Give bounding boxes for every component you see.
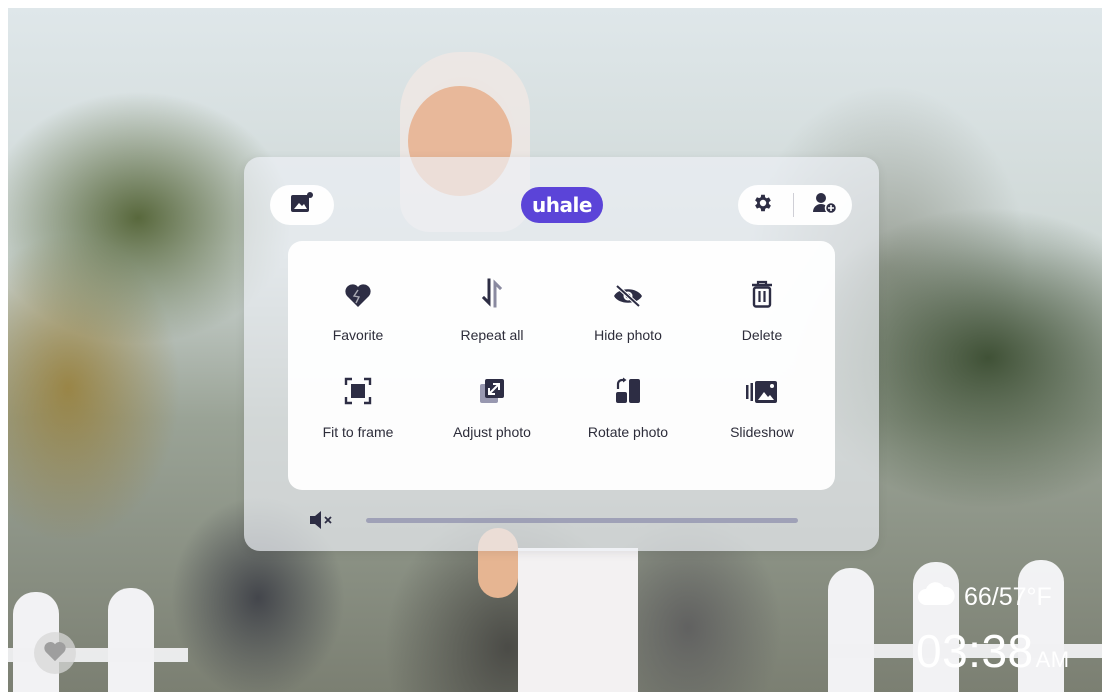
fit-to-frame-label: Fit to frame: [322, 424, 394, 440]
fit-frame-icon: [344, 377, 372, 410]
fence-post: [828, 568, 874, 692]
rotate-photo-button[interactable]: Rotate photo: [560, 374, 696, 454]
favorite-label: Favorite: [332, 327, 384, 343]
slideshow-icon: [745, 379, 779, 410]
weather-widget: 66/57°F: [916, 582, 1052, 613]
add-user-button[interactable]: [812, 192, 838, 219]
repeat-all-label: Repeat all: [460, 327, 524, 343]
gallery-button[interactable]: [270, 185, 334, 225]
logo-text: uhale: [532, 193, 592, 217]
adjust-photo-button[interactable]: Adjust photo: [424, 374, 560, 454]
favorite-button[interactable]: Favorite: [290, 277, 426, 357]
temperature-text: 66/57°F: [964, 583, 1052, 611]
toolbar-divider: [792, 193, 794, 217]
adjust-photo-icon: [478, 377, 506, 410]
fit-to-frame-button[interactable]: Fit to frame: [290, 374, 426, 454]
delete-label: Delete: [741, 327, 783, 343]
settings-button[interactable]: [752, 192, 774, 219]
volume-slider[interactable]: [366, 518, 798, 523]
hide-photo-label: Hide photo: [594, 327, 662, 343]
heart-icon: [344, 282, 372, 313]
clock-ampm: AM: [1035, 647, 1070, 672]
gallery-icon: [290, 191, 314, 219]
slideshow-button[interactable]: Slideshow: [694, 374, 830, 454]
action-menu: Favorite Repeat all Hide photo Delete Fi…: [288, 241, 835, 490]
trash-icon: [750, 280, 774, 313]
repeat-all-button[interactable]: Repeat all: [424, 277, 560, 357]
volume-mute-icon: [308, 509, 336, 536]
delete-button[interactable]: Delete: [694, 277, 830, 357]
eye-off-icon: [612, 284, 644, 313]
favorite-indicator-button[interactable]: [34, 632, 76, 674]
top-right-actions: [738, 185, 852, 225]
adjust-photo-label: Adjust photo: [453, 424, 531, 440]
slideshow-label: Slideshow: [730, 424, 794, 440]
add-user-icon: [812, 192, 838, 218]
gear-icon: [752, 194, 774, 218]
hide-photo-button[interactable]: Hide photo: [560, 277, 696, 357]
clock: 03:38AM: [916, 624, 1070, 678]
uhale-logo: uhale: [521, 187, 603, 223]
fence-post: [108, 588, 154, 692]
volume-button[interactable]: [308, 509, 336, 536]
heart-icon: [43, 640, 67, 667]
cloud-icon: [916, 582, 956, 613]
photo-control-panel: uhale Favorite Repeat all Hide photo Del…: [244, 157, 879, 551]
repeat-all-icon: [480, 278, 504, 313]
clock-time: 03:38: [916, 625, 1034, 677]
rotate-photo-label: Rotate photo: [587, 424, 669, 440]
photo-shirt: [518, 548, 638, 692]
rotate-icon: [614, 377, 642, 410]
